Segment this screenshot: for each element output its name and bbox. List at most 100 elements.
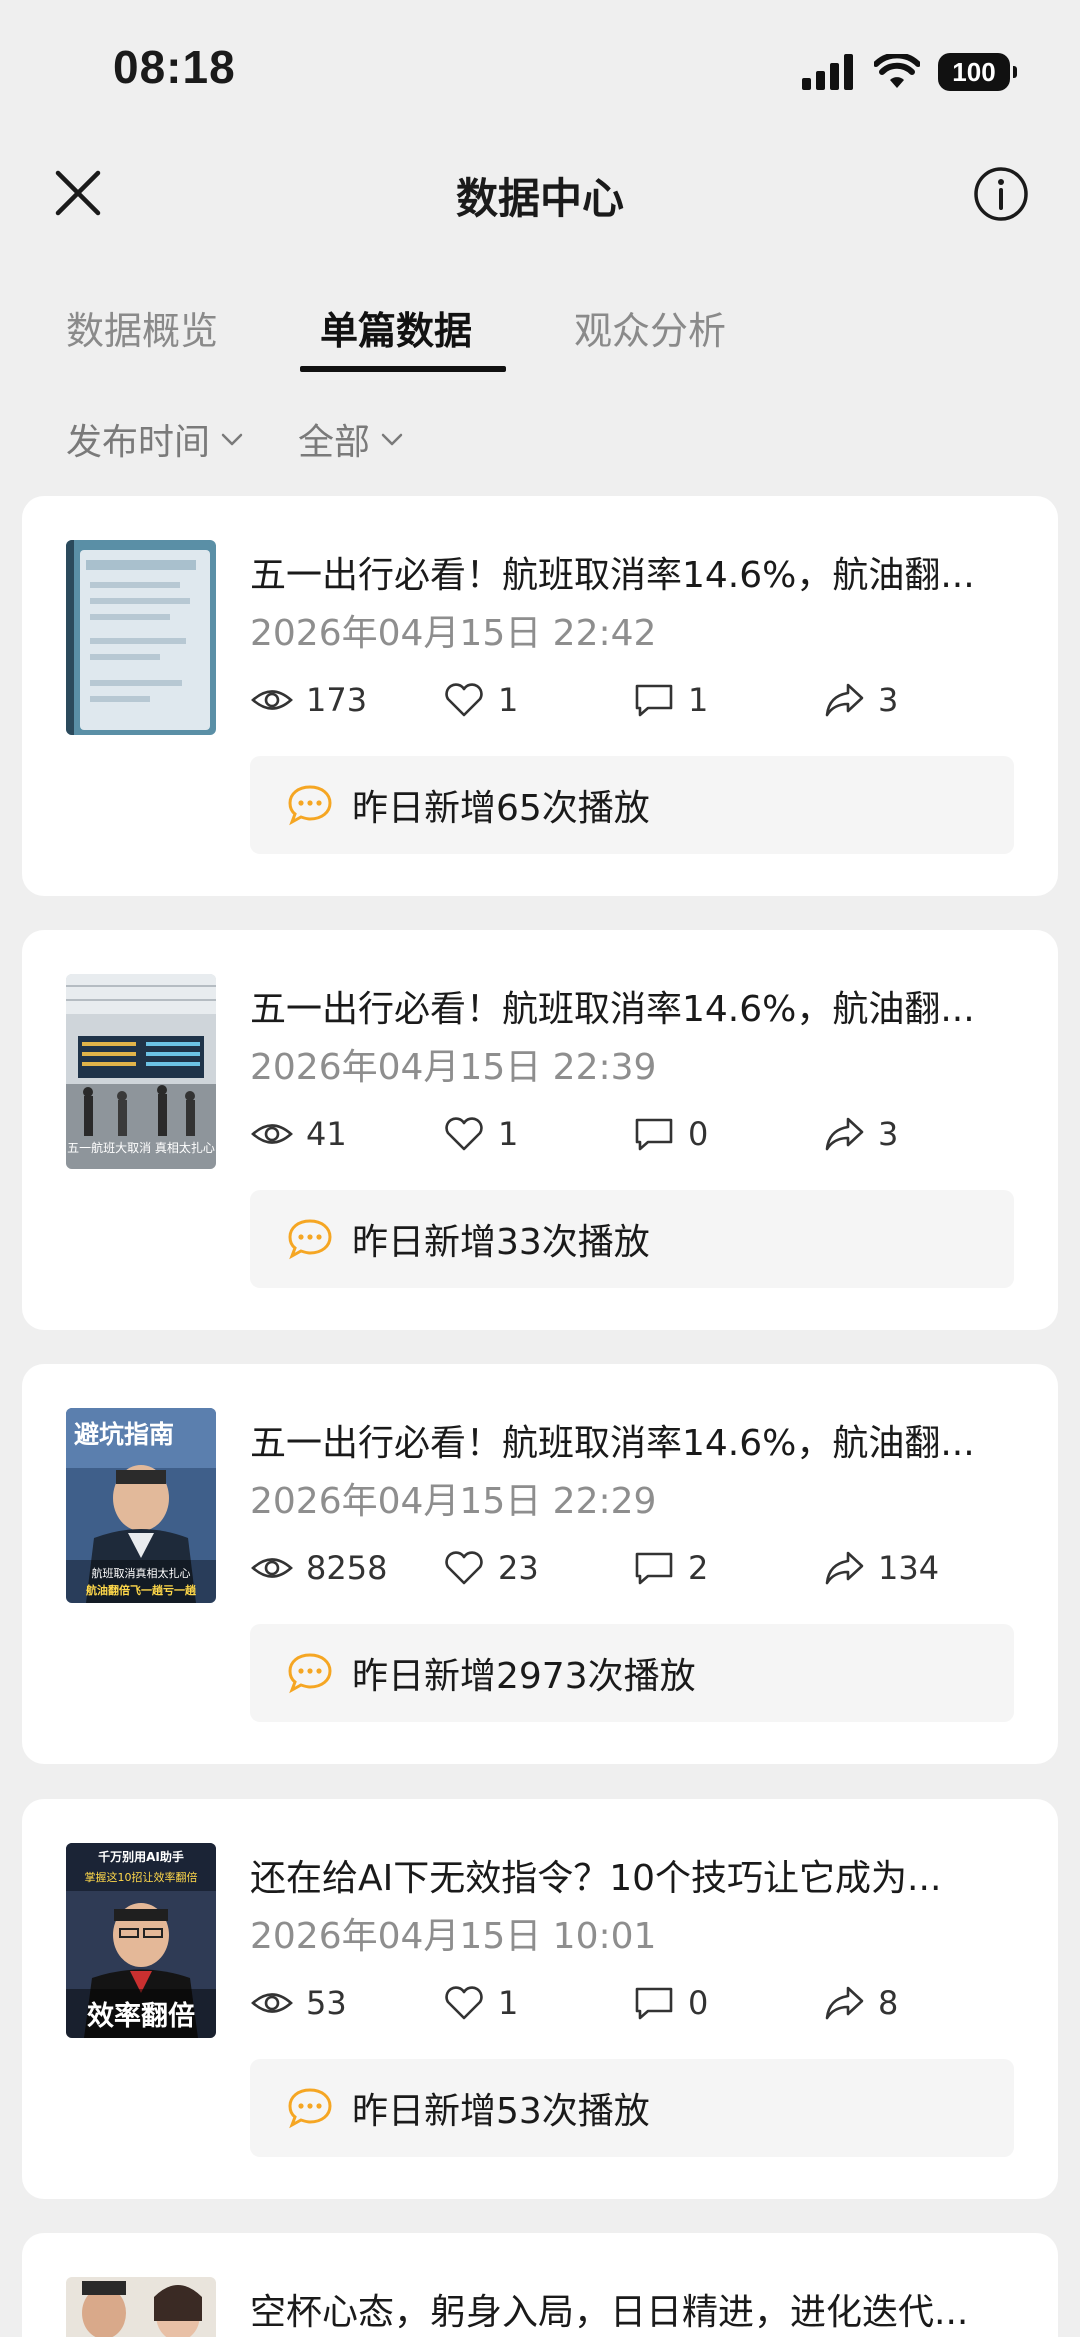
- post-card[interactable]: 五一航班大取消 真相太扎心 五一出行必看！航班取消率14.6%，航油翻... 2…: [22, 930, 1058, 1330]
- thumb-heading: 千万别用AI助手: [98, 1849, 184, 1864]
- post-date: 2026年04月15日 10:01: [250, 1916, 657, 1957]
- heart-icon: [445, 683, 483, 717]
- shares-count: 8: [878, 1984, 899, 2022]
- post-stats: 41 1 0 3: [250, 1114, 1040, 1158]
- share-icon: [825, 683, 864, 717]
- daily-plays-notice: 昨日新增65次播放: [250, 756, 1014, 854]
- thumb-caption-1: 掌握这10招让效率翻倍: [85, 1870, 198, 1884]
- post-thumbnail: 避坑指南 航班取消真相太扎心 航油翻倍飞一趟亏一趟: [66, 1408, 216, 1603]
- post-card[interactable]: 千万别用AI助手 掌握这10招让效率翻倍 效率翻倍 还在给AI下无效指令？10个…: [22, 1799, 1058, 2199]
- heart-icon: [445, 1986, 483, 2020]
- views-stat: 8258: [250, 1548, 387, 1588]
- views-count: 53: [306, 1984, 347, 2022]
- daily-plays-text: 昨日新增53次播放: [352, 2091, 650, 2132]
- views-stat: 41: [250, 1114, 347, 1154]
- comments-count: 2: [688, 1549, 709, 1587]
- chevron-down-icon: [221, 433, 243, 446]
- filter-bar: 发布时间 全部: [0, 405, 1080, 465]
- post-thumbnail: 千万别用AI助手 掌握这10招让效率翻倍 效率翻倍: [66, 1843, 216, 2038]
- post-card[interactable]: 空杯心态，躬身入局，日日精进，进化迭代...: [22, 2233, 1058, 2337]
- comments-stat: 1: [632, 680, 708, 720]
- tab-overview[interactable]: 数据概览: [66, 300, 218, 355]
- likes-stat: 1: [442, 680, 518, 720]
- share-icon: [825, 1986, 864, 2020]
- nav-bar: 数据中心: [0, 140, 1080, 250]
- shares-stat: 134: [822, 1548, 939, 1588]
- page-title: 数据中心: [455, 174, 624, 223]
- eye-icon: [251, 1993, 293, 2013]
- post-thumbnail: [66, 540, 216, 735]
- chevron-down-icon: [381, 433, 403, 446]
- daily-plays-text: 昨日新增33次播放: [352, 1222, 650, 1263]
- post-title: 还在给AI下无效指令？10个技巧让它成为...: [250, 1858, 942, 1899]
- post-title: 五一出行必看！航班取消率14.6%，航油翻...: [250, 555, 975, 596]
- post-title: 五一出行必看！航班取消率14.6%，航油翻...: [250, 1423, 975, 1464]
- likes-count: 1: [498, 681, 519, 719]
- message-bubble-icon: [288, 2088, 332, 2129]
- views-stat: 53: [250, 1983, 347, 2023]
- shares-stat: 3: [822, 680, 898, 720]
- likes-stat: 1: [442, 1983, 518, 2023]
- views-count: 173: [306, 681, 368, 719]
- status-bar: 08:18 100: [0, 0, 1080, 140]
- shares-count: 134: [878, 1549, 940, 1587]
- eye-icon: [251, 690, 293, 710]
- eye-icon: [251, 1558, 293, 1578]
- publish-time-filter[interactable]: 发布时间: [66, 413, 246, 465]
- views-stat: 173: [250, 680, 367, 720]
- daily-plays-text: 昨日新增65次播放: [352, 788, 650, 829]
- share-icon: [825, 1551, 864, 1585]
- daily-plays-notice: 昨日新增53次播放: [250, 2059, 1014, 2157]
- thumb-caption-1: 航班取消真相太扎心: [92, 1566, 191, 1580]
- comment-icon: [635, 1987, 673, 2020]
- post-title: 空杯心态，躬身入局，日日精进，进化迭代...: [250, 2292, 969, 2333]
- post-date: 2026年04月15日 22:39: [250, 1047, 657, 1088]
- daily-plays-text: 昨日新增2973次播放: [352, 1656, 696, 1697]
- thumb-banner: 效率翻倍: [87, 2000, 195, 2032]
- tab-single-post[interactable]: 单篇数据: [320, 300, 472, 355]
- message-bubble-icon: [288, 1653, 332, 1694]
- comments-stat: 2: [632, 1548, 708, 1588]
- post-thumbnail: 五一航班大取消 真相太扎心: [66, 974, 216, 1169]
- daily-plays-notice: 昨日新增33次播放: [250, 1190, 1014, 1288]
- post-stats: 173 1 1 3: [250, 680, 1040, 724]
- post-card[interactable]: 五一出行必看！航班取消率14.6%，航油翻... 2026年04月15日 22:…: [22, 496, 1058, 896]
- views-count: 41: [306, 1115, 347, 1153]
- publish-time-label: 发布时间: [66, 422, 211, 463]
- daily-plays-notice: 昨日新增2973次播放: [250, 1624, 1014, 1722]
- scope-filter[interactable]: 全部: [298, 413, 406, 465]
- post-date: 2026年04月15日 22:29: [250, 1481, 657, 1522]
- post-stats: 8258 23 2 134: [250, 1548, 1040, 1592]
- thumb-caption-2: 航油翻倍飞一趟亏一趟: [86, 1583, 197, 1597]
- likes-stat: 1: [442, 1114, 518, 1154]
- shares-count: 3: [878, 1115, 899, 1153]
- tab-audience[interactable]: 观众分析: [574, 300, 726, 355]
- eye-icon: [251, 1124, 293, 1144]
- likes-stat: 23: [442, 1548, 539, 1588]
- tab-bar: 数据概览 单篇数据 观众分析: [0, 290, 1080, 380]
- post-date: 2026年04月15日 22:42: [250, 613, 657, 654]
- status-time: 08:18: [113, 41, 236, 93]
- thumb-caption: 五一航班大取消 真相太扎心: [67, 1140, 215, 1155]
- comments-count: 0: [688, 1115, 709, 1153]
- likes-count: 23: [498, 1549, 539, 1587]
- status-icons: 100: [802, 48, 1017, 96]
- info-icon[interactable]: [972, 165, 1030, 223]
- wifi-icon: [874, 54, 920, 88]
- shares-count: 3: [878, 681, 899, 719]
- comment-icon: [635, 684, 673, 717]
- shares-stat: 8: [822, 1983, 898, 2023]
- post-card[interactable]: 避坑指南 航班取消真相太扎心 航油翻倍飞一趟亏一趟 五一出行必看！航班取消率14…: [22, 1364, 1058, 1764]
- scope-label: 全部: [298, 422, 371, 463]
- post-title: 五一出行必看！航班取消率14.6%，航油翻...: [250, 989, 975, 1030]
- share-icon: [825, 1117, 864, 1151]
- message-bubble-icon: [288, 1219, 332, 1260]
- post-thumbnail: [66, 2277, 216, 2337]
- likes-count: 1: [498, 1115, 519, 1153]
- comment-icon: [635, 1118, 673, 1151]
- comments-stat: 0: [632, 1983, 708, 2023]
- comments-count: 0: [688, 1984, 709, 2022]
- likes-count: 1: [498, 1984, 519, 2022]
- thumb-heading: 避坑指南: [74, 1420, 174, 1449]
- battery-indicator: 100: [938, 53, 1017, 91]
